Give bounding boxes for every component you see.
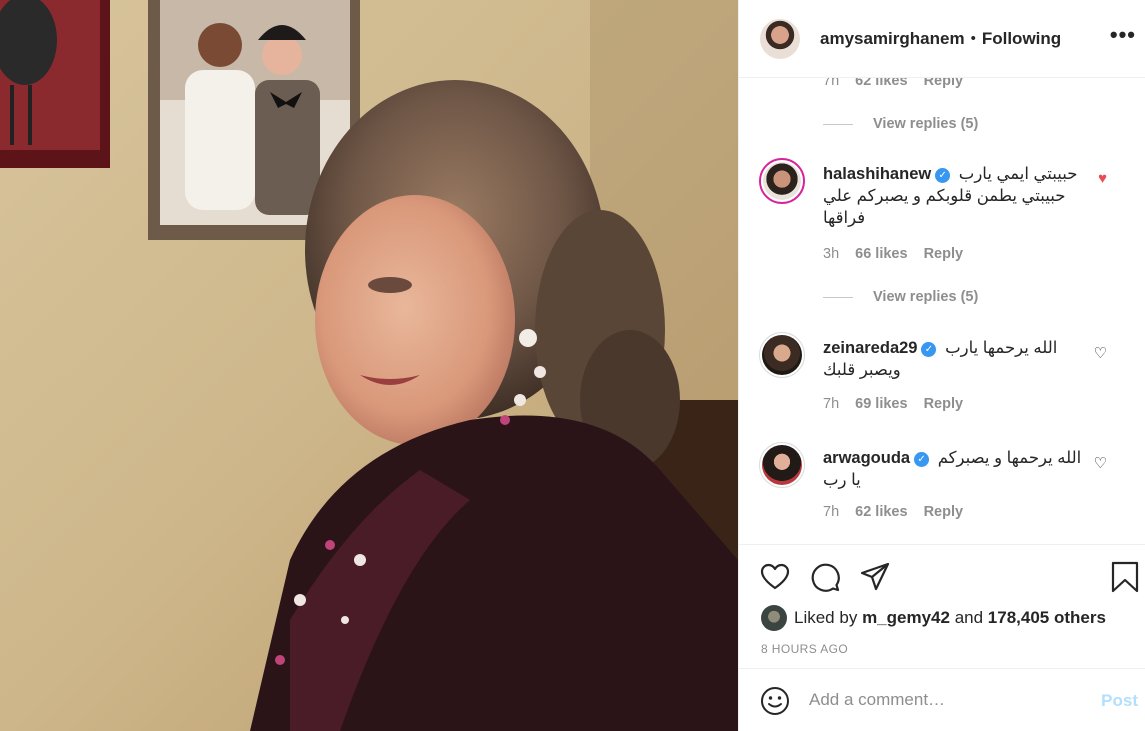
comment-like-icon[interactable]: ♡ (1094, 454, 1107, 472)
post-photo[interactable] (0, 0, 738, 731)
commenter-avatar[interactable] (759, 158, 805, 204)
comment-meta: 7h 62 likes Reply (823, 504, 963, 520)
comment-time: 7h (823, 78, 840, 89)
comment-meta: 7h 62 likes Reply (823, 78, 963, 89)
likes-count[interactable]: 178,405 others (988, 608, 1106, 628)
comment-likes[interactable]: 66 likes (855, 246, 907, 262)
comment-meta: 3h 66 likes Reply (823, 246, 963, 262)
comment-like-icon[interactable]: ♡ (1094, 344, 1107, 362)
view-replies-line (823, 123, 853, 125)
comment-time: 7h (823, 504, 840, 520)
header-separator: • (970, 30, 976, 47)
heart-outline-icon[interactable] (759, 561, 791, 593)
post-button[interactable]: Post (1101, 691, 1138, 711)
view-replies-button[interactable]: View replies (5) (823, 289, 978, 305)
comments-list[interactable]: 7h 62 likes Reply View replies (5) halashi… (739, 78, 1145, 544)
author-username[interactable]: amysamirghanem (820, 29, 965, 49)
smiley-icon[interactable] (760, 686, 790, 716)
likes-summary: Liked by m_gemy42 and 178,405 others (761, 605, 1106, 631)
author-avatar[interactable] (760, 18, 800, 59)
liked-by-label: Liked by (794, 608, 858, 627)
post-actions: Liked by m_gemy42 and 178,405 others 8 H… (739, 544, 1145, 668)
view-replies-button[interactable]: View replies (5) (823, 116, 978, 132)
comment-likes[interactable]: 62 likes (855, 504, 907, 520)
more-options-icon[interactable]: ••• (1110, 22, 1136, 48)
instagram-post-view: amysamirghanem • Following ••• 7h 62 like… (0, 0, 1145, 731)
commenter-username[interactable]: arwagouda (823, 449, 910, 467)
commenter-username[interactable]: halashihanew (823, 165, 931, 183)
commenter-username[interactable]: zeinareda29 (823, 339, 917, 357)
paper-plane-icon[interactable] (859, 561, 891, 593)
view-replies-label: View replies (5) (873, 289, 979, 305)
verified-badge-icon: ✓ (935, 168, 951, 183)
reply-button[interactable]: Reply (924, 504, 964, 520)
bookmark-icon[interactable] (1109, 561, 1141, 593)
post-header: amysamirghanem • Following ••• (739, 0, 1145, 78)
add-comment-bar: Post (739, 668, 1145, 731)
comment-likes[interactable]: 62 likes (855, 78, 907, 89)
view-replies-line (823, 296, 853, 298)
reply-button[interactable]: Reply (924, 246, 964, 262)
liker-avatar[interactable] (761, 605, 787, 631)
commenter-avatar[interactable] (759, 442, 805, 488)
liker-username[interactable]: m_gemy42 (862, 608, 950, 628)
view-replies-label: View replies (5) (873, 116, 979, 132)
comment-body: arwagouda ✓ الله يرحمها و يصبركم يا رب (823, 447, 1093, 491)
comment-body: halashihanew ✓ حبيبتي ايمي يارب حبيبتي يط… (823, 163, 1093, 229)
comment-likes[interactable]: 69 likes (855, 396, 907, 412)
comment-time: 3h (823, 246, 840, 262)
following-button[interactable]: Following (982, 29, 1061, 49)
speech-bubble-icon[interactable] (809, 561, 841, 593)
verified-badge-icon: ✓ (914, 452, 930, 467)
comment-time: 7h (823, 396, 840, 412)
post-side-panel: amysamirghanem • Following ••• 7h 62 like… (738, 0, 1145, 731)
likes-and-label: and (954, 608, 984, 627)
reply-button[interactable]: Reply (924, 78, 964, 89)
post-timestamp[interactable]: 8 HOURS AGO (761, 642, 848, 656)
comment-like-icon[interactable]: ♥ (1098, 170, 1107, 187)
comment-meta: 7h 69 likes Reply (823, 396, 963, 412)
reply-button[interactable]: Reply (924, 396, 964, 412)
post-image (0, 0, 738, 731)
comment-input[interactable] (809, 687, 1059, 713)
commenter-avatar[interactable] (759, 332, 805, 378)
verified-badge-icon: ✓ (921, 342, 937, 357)
comment-body: zeinareda29 ✓ الله يرحمها يارب ويصبر قلبك (823, 337, 1093, 381)
